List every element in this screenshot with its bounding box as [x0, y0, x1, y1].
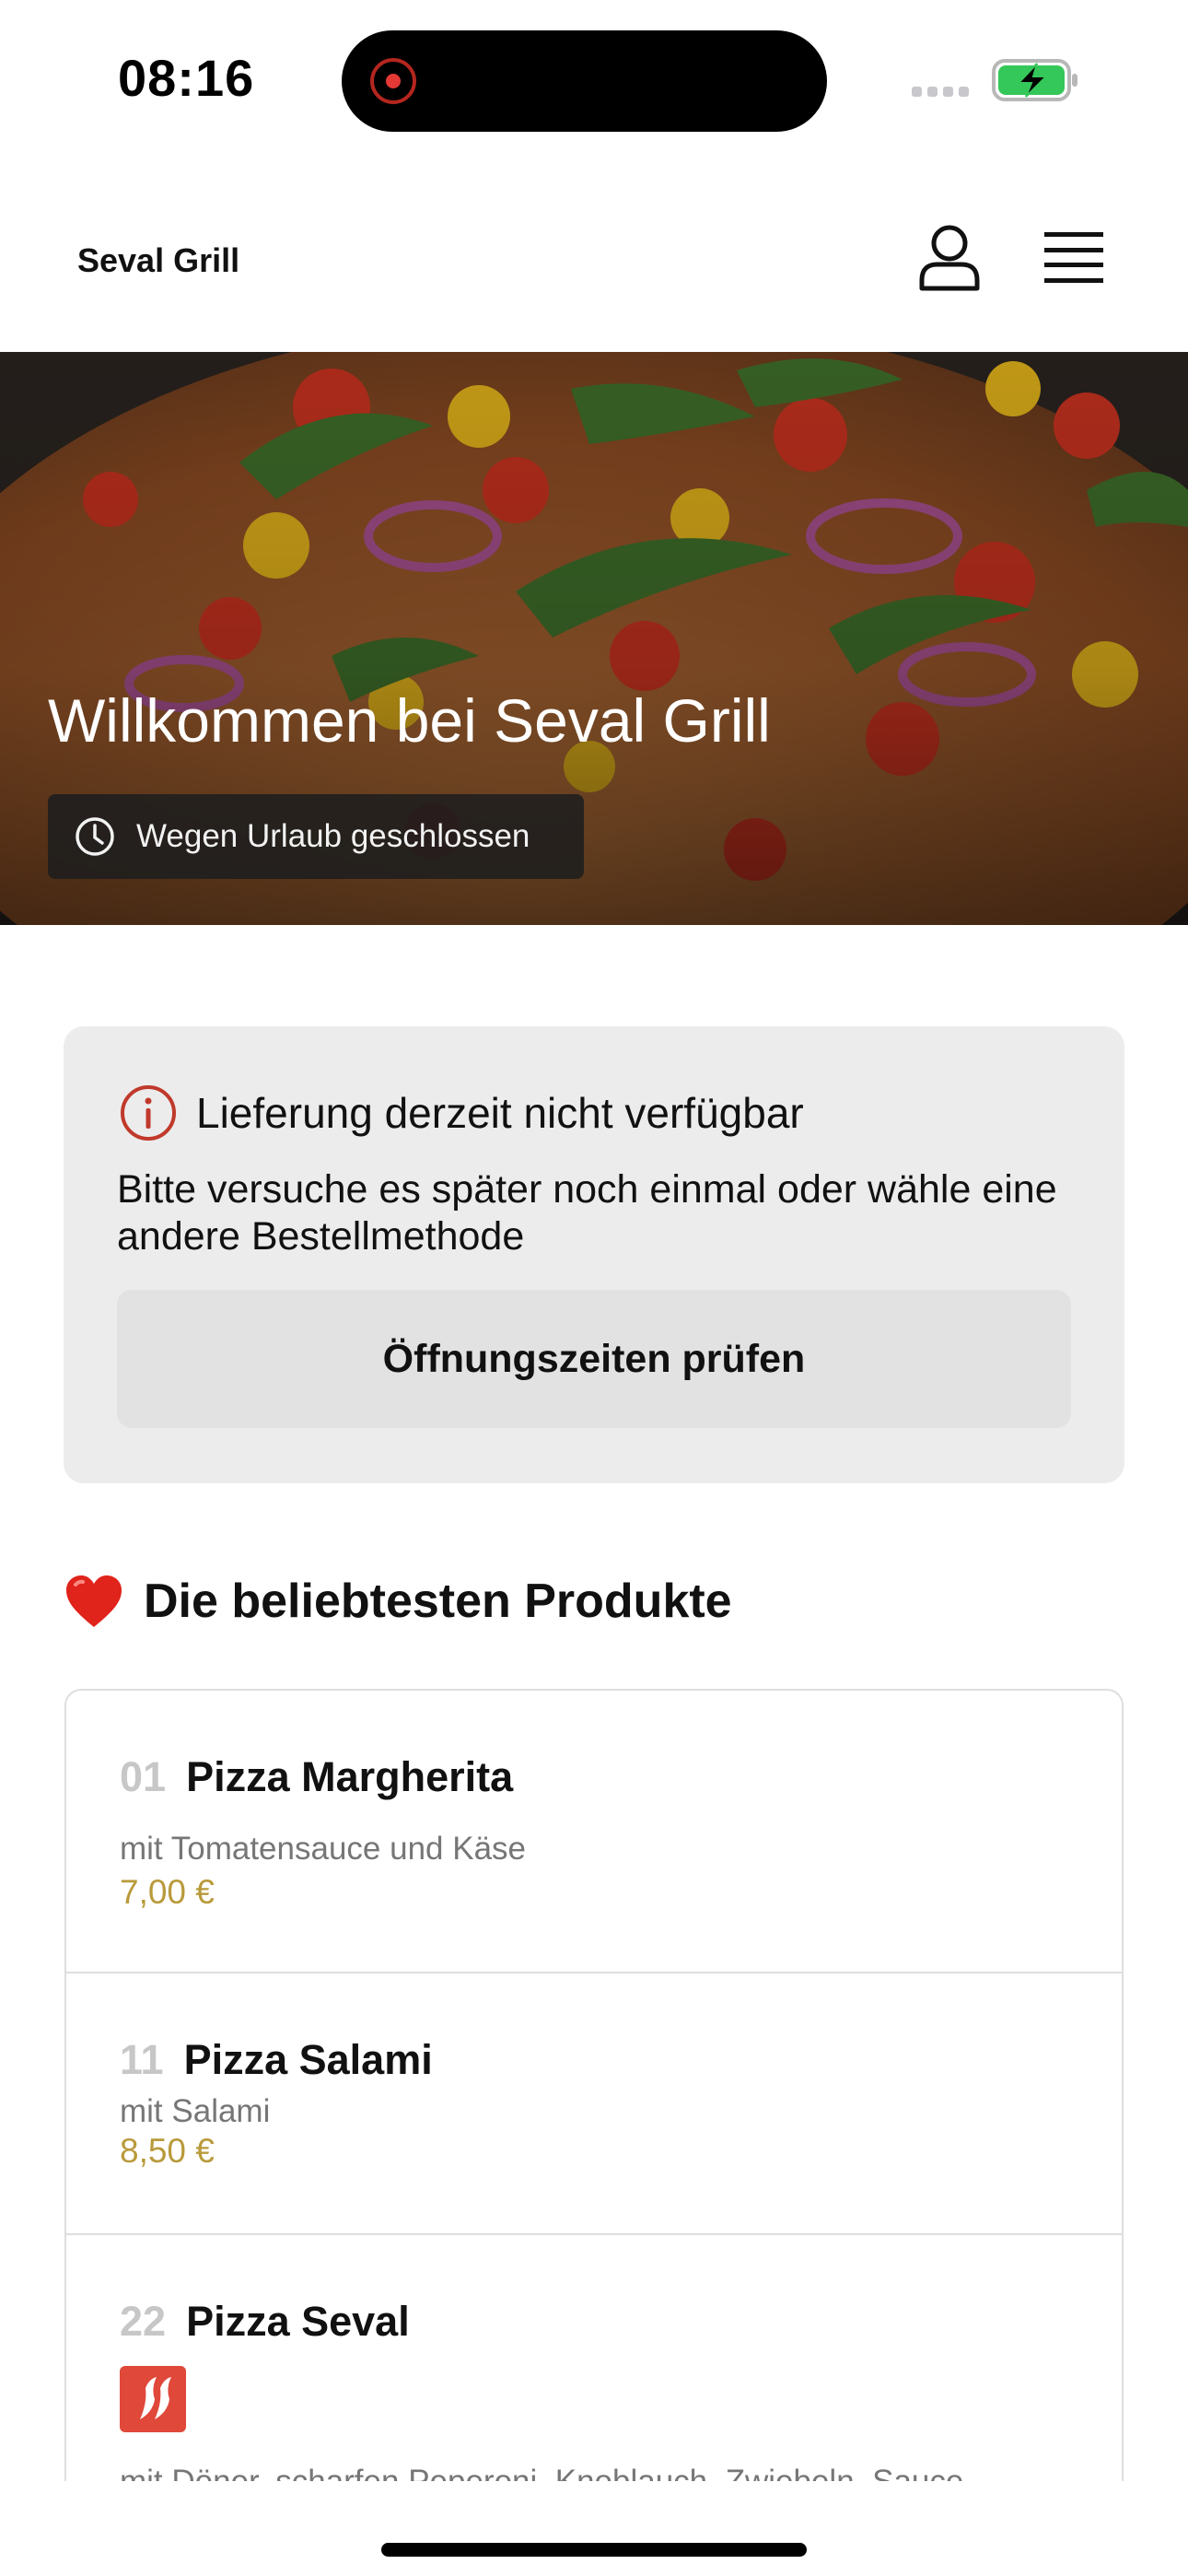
spicy-chili-icon — [120, 2366, 186, 2432]
notice-heading: Lieferung derzeit nicht verfügbar — [119, 1083, 804, 1142]
closed-status-text: Wegen Urlaub geschlossen — [136, 818, 530, 854]
app-screen: 08:16 Seval Grill Willkommen bei Seval G… — [0, 0, 1188, 2576]
user-icon[interactable] — [917, 225, 982, 291]
product-item[interactable]: 22 Pizza Seval mit Döner, scharfen Peper… — [66, 2235, 1122, 2481]
status-time: 08:16 — [118, 49, 255, 107]
notice-message: Bitte versuche es später noch einmal ode… — [117, 1167, 1057, 1259]
brand-name[interactable]: Seval Grill — [77, 241, 239, 280]
product-name: Pizza Margherita — [186, 1753, 514, 1800]
product-description: mit Tomatensauce und Käse — [120, 1831, 527, 1867]
info-icon — [121, 1085, 176, 1141]
product-price: 8,50 € — [120, 2132, 215, 2170]
product-name: Pizza Seval — [186, 2298, 410, 2345]
product-name: Pizza Salami — [183, 2036, 433, 2083]
hero-title: Willkommen bei Seval Grill — [48, 686, 771, 755]
dynamic-island — [342, 30, 827, 132]
hero-banner: Willkommen bei Seval Grill Wegen Urlaub … — [0, 352, 1188, 925]
clock-icon — [76, 817, 114, 856]
home-indicator[interactable] — [381, 2543, 807, 2557]
check-opening-hours-button[interactable]: Öffnungszeiten prüfen — [117, 1290, 1071, 1428]
product-item[interactable]: 11 Pizza Salami mit Salami 8,50 € — [66, 1973, 1122, 2235]
hamburger-menu-icon[interactable] — [1044, 230, 1103, 284]
popular-products-heading: Die beliebtesten Produkte — [64, 1574, 732, 1629]
battery-charging-icon — [992, 59, 1077, 101]
popular-products-title: Die beliebtesten Produkte — [144, 1575, 732, 1628]
product-header: 11 Pizza Salami — [120, 2036, 433, 2084]
product-number: 01 — [120, 1753, 167, 1800]
product-item[interactable]: 01 Pizza Margherita mit Tomatensauce und… — [66, 1691, 1122, 1973]
product-header: 01 Pizza Margherita — [120, 1753, 513, 1801]
heart-icon — [66, 1575, 122, 1627]
product-description: mit Döner, scharfen Peperoni, Knoblauch,… — [120, 2464, 963, 2481]
product-description: mit Salami — [120, 2093, 271, 2129]
status-bar: 08:16 — [0, 0, 1188, 157]
notice-title: Lieferung derzeit nicht verfügbar — [196, 1089, 804, 1137]
closed-status-badge: Wegen Urlaub geschlossen — [48, 794, 584, 879]
popular-products-list: 01 Pizza Margherita mit Tomatensauce und… — [64, 1689, 1124, 2481]
product-header: 22 Pizza Seval — [120, 2298, 410, 2346]
product-number: 11 — [120, 2036, 164, 2083]
delivery-unavailable-notice: Lieferung derzeit nicht verfügbar Bitte … — [64, 1026, 1124, 1483]
product-number: 22 — [120, 2298, 167, 2345]
screen-recording-icon — [370, 58, 416, 104]
app-header: Seval Grill — [0, 157, 1188, 352]
cellular-signal-icon — [912, 87, 969, 98]
product-price: 7,00 € — [120, 1873, 215, 1911]
